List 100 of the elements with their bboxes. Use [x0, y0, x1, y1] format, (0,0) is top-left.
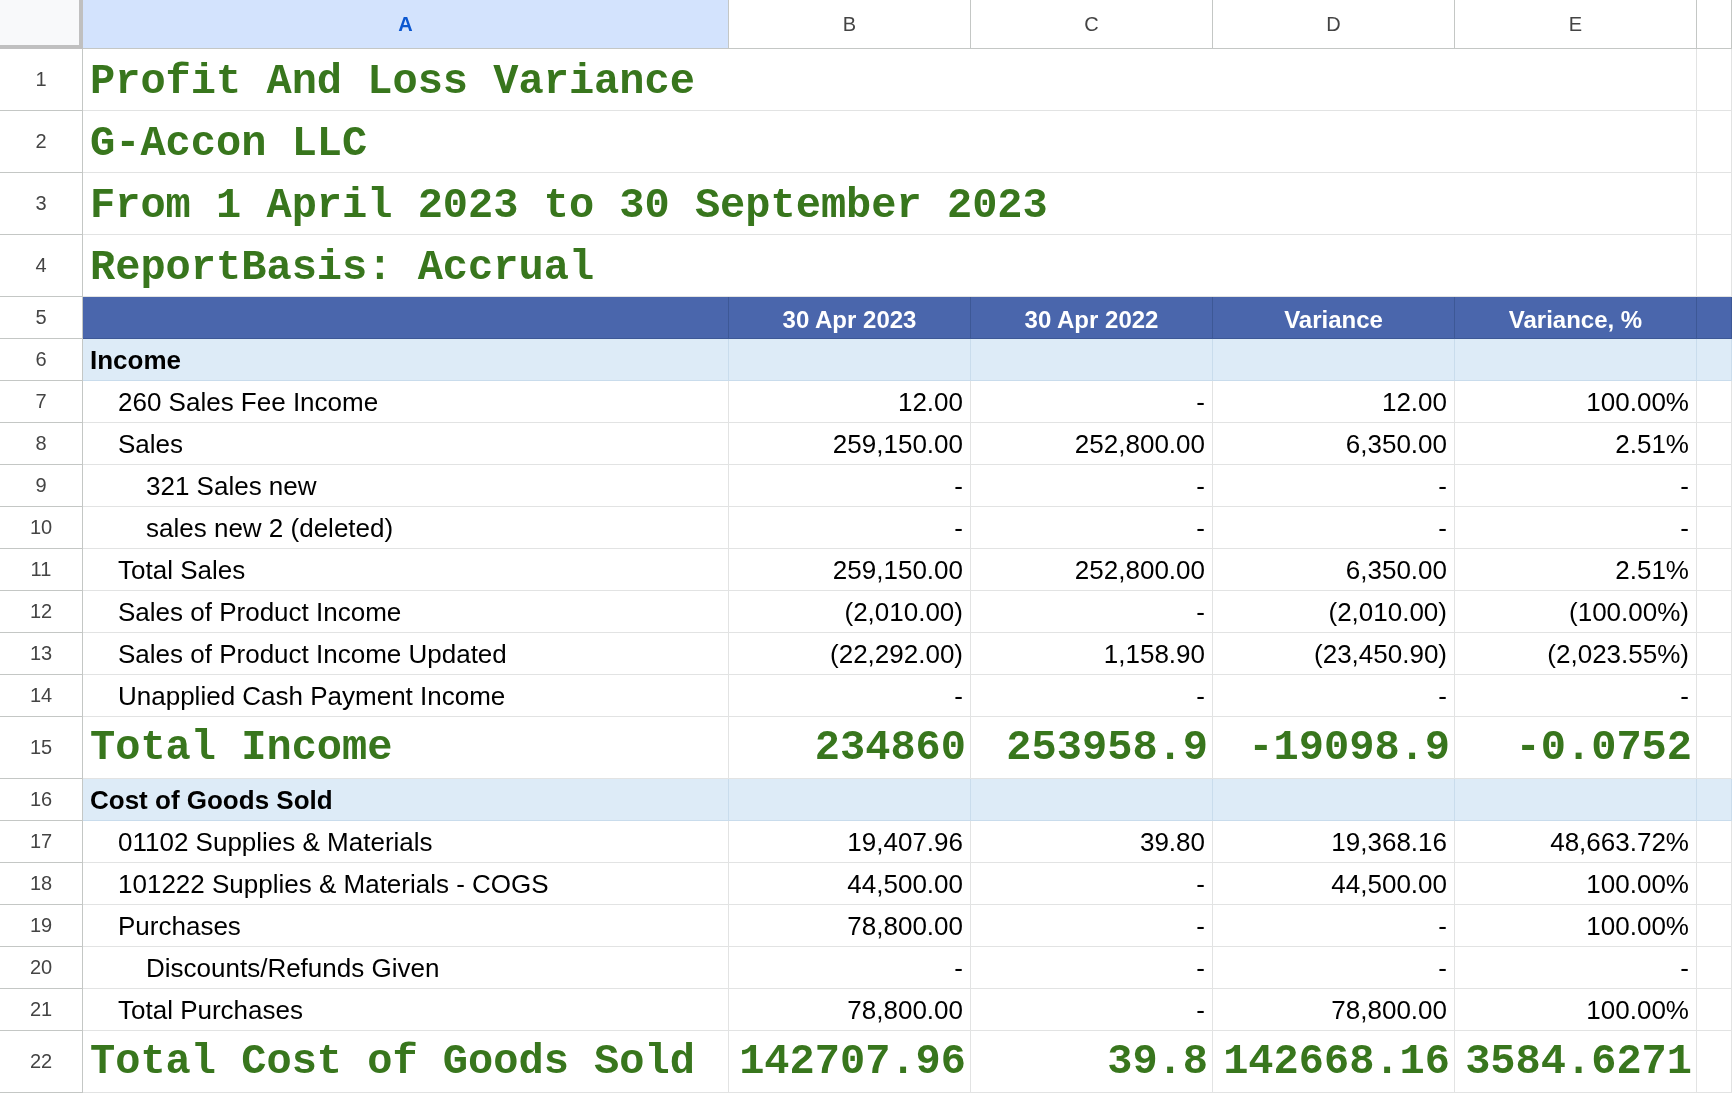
table-cell [1697, 633, 1732, 675]
row-number[interactable]: 21 [0, 989, 83, 1031]
row-number[interactable]: 19 [0, 905, 83, 947]
report-title: From 1 April 2023 to 30 September 2023 [83, 173, 1697, 235]
row-number[interactable]: 17 [0, 821, 83, 863]
table-cell: - [1213, 465, 1455, 507]
row-number[interactable]: 3 [0, 173, 83, 235]
table-cell: 19,407.96 [729, 821, 971, 863]
table-cell [1697, 821, 1732, 863]
table-cell: 259,150.00 [729, 423, 971, 465]
column-header[interactable] [1697, 0, 1732, 49]
row-number[interactable]: 2 [0, 111, 83, 173]
column-header[interactable]: C [971, 0, 1213, 49]
table-cell: 100.00% [1455, 381, 1697, 423]
table-cell: Unapplied Cash Payment Income [83, 675, 729, 717]
table-cell [1697, 989, 1732, 1031]
report-title: G-Accon LLC [83, 111, 1697, 173]
table-cell: 78,800.00 [729, 989, 971, 1031]
table-cell: (22,292.00) [729, 633, 971, 675]
table-cell: 44,500.00 [729, 863, 971, 905]
table-cell: 78,800.00 [729, 905, 971, 947]
table-cell: 252,800.00 [971, 423, 1213, 465]
row-number[interactable]: 18 [0, 863, 83, 905]
report-title: Profit And Loss Variance [83, 49, 1697, 111]
table-cell: - [729, 507, 971, 549]
table-cell: - [971, 863, 1213, 905]
select-all-corner[interactable] [0, 0, 83, 49]
table-cell: (23,450.90) [1213, 633, 1455, 675]
table-cell: Discounts/Refunds Given [83, 947, 729, 989]
table-cell [1697, 863, 1732, 905]
table-cell: - [729, 675, 971, 717]
row-number[interactable]: 12 [0, 591, 83, 633]
table-cell: - [1213, 947, 1455, 989]
column-header[interactable]: E [1455, 0, 1697, 49]
table-cell: - [971, 905, 1213, 947]
row-number[interactable]: 13 [0, 633, 83, 675]
total-cell: 142668.16 [1213, 1031, 1455, 1093]
table-cell: 78,800.00 [1213, 989, 1455, 1031]
table-cell [1697, 423, 1732, 465]
table-cell: 100.00% [1455, 989, 1697, 1031]
total-cell: 142707.96 [729, 1031, 971, 1093]
row-number[interactable]: 8 [0, 423, 83, 465]
table-cell [1697, 591, 1732, 633]
table-cell: - [971, 507, 1213, 549]
table-cell: (2,010.00) [729, 591, 971, 633]
table-cell: (2,023.55%) [1455, 633, 1697, 675]
table-cell: 259,150.00 [729, 549, 971, 591]
table-cell: 321 Sales new [83, 465, 729, 507]
table-cell: 12.00 [729, 381, 971, 423]
column-header[interactable]: D [1213, 0, 1455, 49]
total-cell: 39.8 [971, 1031, 1213, 1093]
table-cell: 12.00 [1213, 381, 1455, 423]
row-number[interactable]: 1 [0, 49, 83, 111]
table-cell: - [1455, 947, 1697, 989]
table-cell: - [1455, 465, 1697, 507]
table-cell [1697, 1031, 1732, 1093]
column-title: 30 Apr 2022 [971, 297, 1213, 339]
row-number[interactable]: 15 [0, 717, 83, 779]
row-number[interactable]: 9 [0, 465, 83, 507]
table-cell: 100.00% [1455, 905, 1697, 947]
table-cell: 44,500.00 [1213, 863, 1455, 905]
total-cell: 3584.6271 [1455, 1031, 1697, 1093]
table-cell: Total Sales [83, 549, 729, 591]
row-number[interactable]: 5 [0, 297, 83, 339]
row-number[interactable]: 6 [0, 339, 83, 381]
table-cell [1697, 173, 1732, 235]
table-cell: - [971, 381, 1213, 423]
table-cell [1697, 339, 1732, 381]
column-title: 30 Apr 2023 [729, 297, 971, 339]
table-cell [1697, 381, 1732, 423]
table-cell [1697, 947, 1732, 989]
row-number[interactable]: 7 [0, 381, 83, 423]
table-cell: 260 Sales Fee Income [83, 381, 729, 423]
table-cell: 01102 Supplies & Materials [83, 821, 729, 863]
row-number[interactable]: 10 [0, 507, 83, 549]
column-title: Variance, % [1455, 297, 1697, 339]
section-cell: Income [83, 339, 729, 381]
row-number[interactable]: 4 [0, 235, 83, 297]
row-number[interactable]: 11 [0, 549, 83, 591]
table-cell: - [1213, 675, 1455, 717]
table-cell: - [1213, 507, 1455, 549]
table-cell: - [1213, 905, 1455, 947]
table-cell: - [971, 989, 1213, 1031]
table-cell [1697, 905, 1732, 947]
table-cell [1697, 111, 1732, 173]
row-number[interactable]: 14 [0, 675, 83, 717]
column-header[interactable]: A [83, 0, 729, 49]
table-cell: 6,350.00 [1213, 423, 1455, 465]
table-cell: 19,368.16 [1213, 821, 1455, 863]
table-cell: - [729, 947, 971, 989]
row-number[interactable]: 20 [0, 947, 83, 989]
table-cell: Total Purchases [83, 989, 729, 1031]
table-cell: 100.00% [1455, 863, 1697, 905]
column-header[interactable]: B [729, 0, 971, 49]
table-cell: (2,010.00) [1213, 591, 1455, 633]
table-cell: 48,663.72% [1455, 821, 1697, 863]
section-cell: Cost of Goods Sold [83, 779, 729, 821]
row-number[interactable]: 16 [0, 779, 83, 821]
table-cell: 2.51% [1455, 423, 1697, 465]
row-number[interactable]: 22 [0, 1031, 83, 1093]
